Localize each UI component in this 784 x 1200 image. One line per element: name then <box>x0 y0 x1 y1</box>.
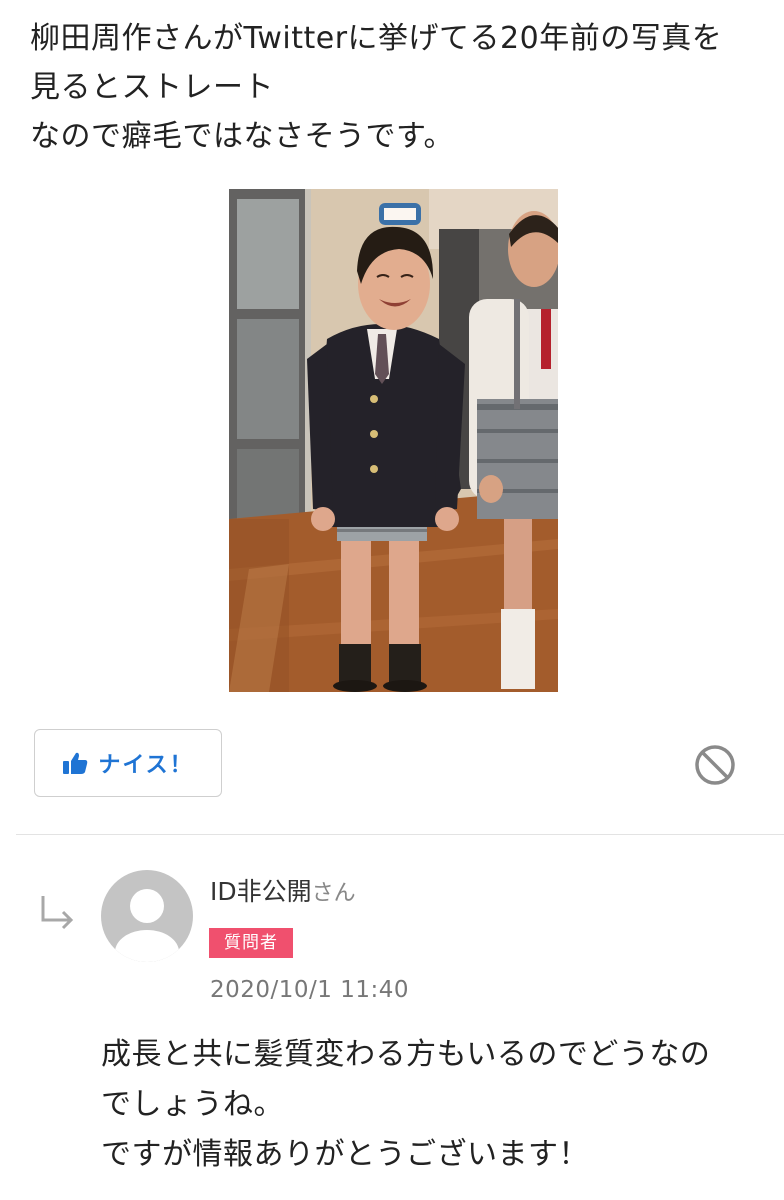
reply-line: でしょうね。 <box>101 1087 284 1122</box>
reply-line: ですが情報ありがとうございます！ <box>101 1137 589 1172</box>
username-text[interactable]: ID非公開 <box>210 877 312 906</box>
timestamp: 2020/10/1 11:40 <box>210 977 410 1003</box>
attached-photo[interactable] <box>229 189 558 692</box>
prohibited-icon <box>695 745 735 785</box>
answer-line: 見るとストレート <box>30 70 274 105</box>
answer-line: なので癖毛ではなさそうです。 <box>30 119 454 154</box>
username-suffix: さん <box>311 881 356 906</box>
avatar[interactable] <box>101 870 193 962</box>
default-user-icon <box>115 889 179 962</box>
nice-button-label: ナイス！ <box>98 753 194 778</box>
thumbs-up-icon <box>63 752 88 774</box>
answer-line: 柳田周作さんがTwitterに挙げてる20年前の写真を <box>30 21 723 56</box>
reply-arrow-icon <box>41 896 74 930</box>
reply-text: 成長と共に髪質変わる方もいるのでどうなの でしょうね。 ですが情報ありがとうござ… <box>101 1030 761 1180</box>
username[interactable]: ID非公開さん <box>210 872 356 908</box>
status-badge: 質問者 <box>209 928 293 958</box>
photo-illustration <box>229 189 558 692</box>
reply-line: 成長と共に髪質変わる方もいるのでどうなの <box>101 1037 711 1072</box>
divider <box>16 834 784 835</box>
nice-button[interactable]: ナイス！ <box>34 729 222 797</box>
answer-text: 柳田周作さんがTwitterに挙げてる20年前の写真を 見るとストレート なので… <box>30 14 760 161</box>
report-button[interactable] <box>693 743 737 787</box>
